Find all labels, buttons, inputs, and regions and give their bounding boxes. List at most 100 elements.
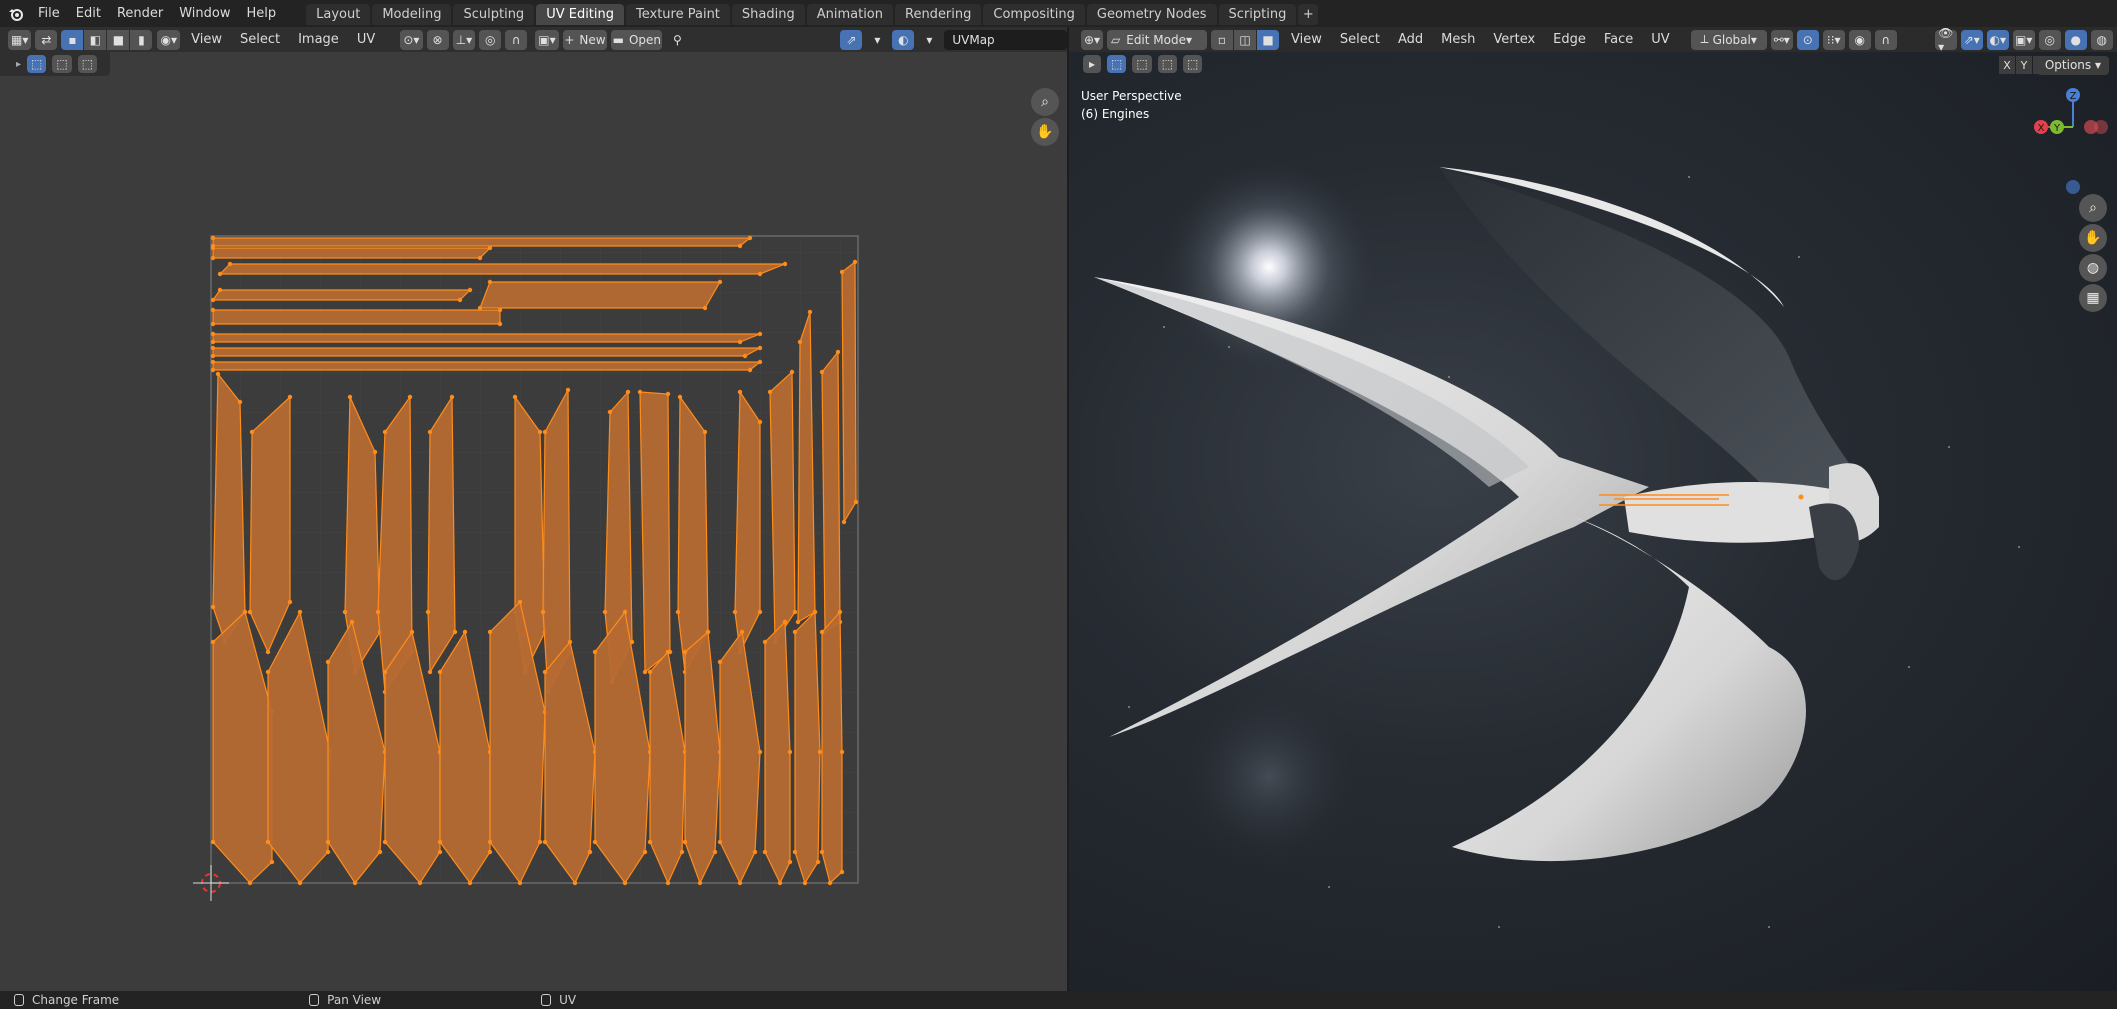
uv-menu-view[interactable]: View [184, 32, 229, 47]
uv-vertex[interactable] [497, 307, 503, 313]
uv-vertex[interactable] [802, 880, 808, 886]
uv-vertex[interactable] [757, 271, 763, 277]
uv-vertex[interactable] [269, 859, 275, 865]
falloff-icon[interactable]: ∩ [505, 29, 528, 50]
uv-vertex[interactable] [375, 609, 381, 615]
uv-vertex[interactable] [742, 353, 748, 359]
face-select-icon[interactable]: ■ [107, 29, 130, 50]
pivot-point-icon[interactable]: ⚯▾ [1770, 29, 1793, 50]
axis-x-button[interactable]: X [1999, 56, 2015, 74]
menu-render[interactable]: Render [109, 0, 171, 27]
uv-vertex[interactable] [512, 394, 518, 400]
uv-vertex[interactable] [342, 609, 348, 615]
uv-vertex[interactable] [210, 297, 216, 303]
uv-face[interactable] [794, 610, 821, 885]
uv-vertex[interactable] [237, 399, 243, 405]
uv-vertex[interactable] [382, 669, 388, 675]
uv-vertex[interactable] [477, 255, 483, 261]
uv-vertex[interactable] [542, 839, 548, 845]
uv-vertex[interactable] [602, 609, 608, 615]
uv-vertex[interactable] [407, 394, 413, 400]
uv-vertex[interactable] [679, 849, 685, 855]
uv-vertex[interactable] [242, 609, 248, 615]
uv-face[interactable] [639, 391, 671, 674]
uv-vertex[interactable] [210, 307, 216, 313]
uv-vertex[interactable] [287, 394, 293, 400]
uv-vertex[interactable] [457, 297, 463, 303]
vp-menu-view[interactable]: View [1284, 32, 1329, 47]
uv-vertex[interactable] [247, 609, 253, 615]
uv-vertex[interactable] [782, 261, 788, 267]
uv-vertex[interactable] [757, 419, 763, 425]
uv-vertex[interactable] [757, 609, 763, 615]
uv-vertex[interactable] [215, 371, 221, 377]
uv-vertex[interactable] [697, 880, 703, 886]
uv-face[interactable] [212, 247, 492, 259]
uv-menu-uv[interactable]: UV [350, 32, 382, 47]
uv-vertex[interactable] [537, 839, 543, 845]
uv-vertex[interactable] [409, 629, 415, 635]
uv-vertex[interactable] [417, 880, 423, 886]
xray-icon[interactable]: ▣▾ [2012, 29, 2035, 50]
edge-mode-icon[interactable]: ◫ [1234, 29, 1256, 50]
uv-face[interactable] [212, 347, 761, 357]
uv-vertex[interactable] [592, 839, 598, 845]
tab-sculpting[interactable]: Sculpting [453, 3, 535, 25]
uv-face[interactable] [479, 281, 722, 309]
vp-menu-face[interactable]: Face [1597, 32, 1640, 47]
vp-pan-icon[interactable]: ✋ [2079, 224, 2107, 252]
uv-vertex[interactable] [717, 839, 723, 845]
uv-vertex[interactable] [487, 279, 493, 285]
uv-vertex[interactable] [297, 609, 303, 615]
select-new-icon[interactable]: ⬚ [1107, 55, 1127, 73]
uv-map-field[interactable]: UVMap [944, 29, 1068, 50]
vertex-mode-icon[interactable]: ▫ [1211, 29, 1233, 50]
uv-face[interactable] [764, 620, 791, 885]
tab-shading[interactable]: Shading [731, 3, 805, 25]
open-image-button[interactable]: ▬ Open [611, 29, 663, 50]
uv-face[interactable] [427, 394, 456, 674]
visibility-icon[interactable]: 👁▾ [1934, 27, 1957, 54]
options-dropdown[interactable]: Options ▾ [2036, 56, 2109, 75]
uv-vertex[interactable] [210, 245, 216, 251]
uv-vertex[interactable] [841, 519, 847, 525]
select-sub-icon[interactable]: ⬚ [1157, 55, 1178, 73]
uv-vertex[interactable] [265, 669, 271, 675]
uv-vertex[interactable] [622, 880, 628, 886]
uv-face[interactable] [212, 361, 762, 371]
uv-vertex[interactable] [712, 849, 718, 855]
vp-menu-select[interactable]: Select [1333, 32, 1387, 47]
uv-vertex[interactable] [540, 609, 546, 615]
uv-vertex[interactable] [792, 609, 798, 615]
sticky-selection-icon[interactable]: ◉▾ [157, 29, 181, 50]
snap-toggle-icon[interactable]: ⊙ [1796, 29, 1819, 50]
uv-vertex[interactable] [210, 367, 216, 373]
uv-vertex[interactable] [647, 669, 653, 675]
uv-face[interactable] [212, 309, 501, 325]
uv-vertex[interactable] [427, 669, 433, 675]
uv-vertex[interactable] [839, 269, 845, 275]
shading-wire-icon[interactable]: ◎ [2038, 29, 2061, 50]
uv-face[interactable] [769, 370, 796, 644]
pin-icon[interactable]: ⚲ [666, 30, 688, 50]
tab-compositing[interactable]: Compositing [983, 3, 1085, 25]
overlay-dropdown-icon[interactable]: ▾ [918, 30, 940, 50]
sync-selection-icon[interactable]: ⇄ [35, 29, 58, 50]
uv-vertex[interactable] [827, 880, 833, 886]
uv-vertex[interactable] [747, 235, 753, 241]
uv-vertex[interactable] [427, 429, 433, 435]
uv-vertex[interactable] [747, 367, 753, 373]
uv-vertex[interactable] [352, 880, 358, 886]
uv-menu-image[interactable]: Image [291, 32, 346, 47]
proportional-edit-icon[interactable]: ◎ [479, 29, 502, 50]
uv-face[interactable] [212, 372, 246, 644]
uv-vertex[interactable] [819, 369, 825, 375]
uv-vertex[interactable] [777, 880, 783, 886]
uv-vertex[interactable] [732, 609, 738, 615]
uv-vertex[interactable] [382, 429, 388, 435]
axis-y-button[interactable]: Y [2016, 56, 2032, 74]
overlays-toggle-icon[interactable]: ◐▾ [1986, 29, 2009, 50]
transform-orientation-dropdown[interactable]: ⟂ Global ▾ [1690, 29, 1767, 50]
tab-rendering[interactable]: Rendering [895, 3, 982, 25]
uv-vertex[interactable] [592, 649, 598, 655]
